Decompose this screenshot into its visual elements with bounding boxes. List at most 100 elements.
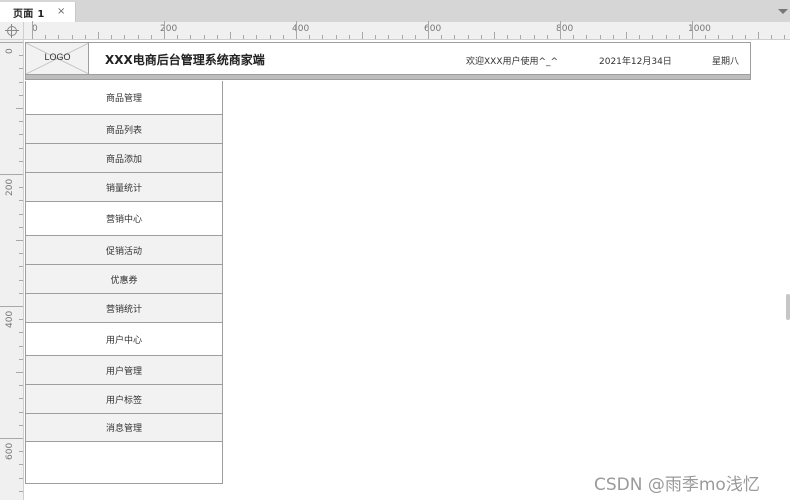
ruler-tick — [718, 35, 720, 39]
ruler-label: 400 — [292, 24, 310, 34]
ruler-tick — [19, 292, 23, 294]
ruler-tick — [546, 35, 548, 39]
ruler-tick — [626, 32, 627, 39]
ruler-tick — [441, 35, 443, 39]
ruler-tick — [428, 21, 429, 39]
ruler-tick — [243, 35, 245, 39]
ruler-tick — [190, 35, 192, 39]
ruler-tick — [19, 411, 23, 413]
ruler-label: 200 — [5, 178, 15, 196]
ruler-tick — [19, 319, 23, 321]
crosshair-icon[interactable] — [5, 24, 19, 38]
design-canvas[interactable]: LOGO XXX电商后台管理系统商家端 欢迎XXX用户使用^_^ 2021年12… — [24, 40, 790, 500]
ruler-label: 200 — [160, 24, 178, 34]
ruler-tick — [19, 490, 23, 492]
ruler-tick — [19, 81, 23, 83]
ruler-tick — [177, 35, 179, 39]
sidebar-item-product-management[interactable]: 商品管理 — [26, 81, 222, 115]
ruler-tick — [494, 32, 495, 39]
ruler-tick — [19, 424, 23, 426]
ruler-tick — [111, 35, 113, 39]
ruler-tick — [256, 35, 258, 39]
ruler-tick — [19, 134, 23, 136]
watermark: CSDN @雨季mo浅忆 — [594, 475, 760, 495]
ruler-tick — [19, 94, 23, 96]
ruler-tick — [98, 32, 99, 39]
sidebar: 商品管理 商品列表 商品添加 销量统计 营销中心 促销活动 优惠券 营销统计 用… — [25, 81, 223, 484]
ruler-tick — [309, 35, 311, 39]
ruler-tick — [388, 35, 390, 39]
sidebar-item-sales-stats[interactable]: 销量统计 — [26, 173, 222, 202]
sidebar-item-user-tags[interactable]: 用户标签 — [26, 385, 222, 414]
ruler-tick — [401, 35, 403, 39]
ruler-tick — [678, 35, 680, 39]
header: LOGO XXX电商后台管理系统商家端 欢迎XXX用户使用^_^ 2021年12… — [25, 42, 751, 75]
sidebar-item-message-management[interactable]: 消息管理 — [26, 414, 222, 442]
ruler-corner — [0, 22, 24, 40]
ruler-tick — [322, 35, 324, 39]
ruler-tick — [19, 451, 23, 453]
sidebar-item-promotions[interactable]: 促销活动 — [26, 236, 222, 265]
ruler-tick — [771, 35, 773, 39]
ruler-tick — [731, 35, 733, 39]
ruler-tick — [19, 332, 23, 334]
horizontal-ruler: 0 200 400 600 800 1000 — [24, 21, 790, 40]
date-text: 2021年12月34日 — [599, 57, 672, 67]
sidebar-item-marketing-stats[interactable]: 营销统计 — [26, 294, 222, 323]
ruler-label: 600 — [424, 24, 442, 34]
weekday-text: 星期八 — [712, 57, 740, 67]
ruler-tick — [269, 35, 271, 39]
ruler-tick — [652, 35, 654, 39]
chevron-down-icon[interactable] — [778, 9, 788, 14]
sidebar-item-product-add[interactable]: 商品添加 — [26, 144, 222, 173]
ruler-tick — [19, 213, 23, 215]
ruler-tick — [744, 35, 746, 39]
ruler-tick — [84, 35, 86, 39]
logo-label: LOGO — [44, 52, 71, 62]
ruler-tick — [19, 398, 23, 400]
ruler-tick — [282, 35, 284, 39]
sidebar-item-user-management[interactable]: 用户管理 — [26, 356, 222, 385]
ruler-tick — [164, 21, 165, 39]
sidebar-item-marketing-center[interactable]: 营销中心 — [26, 202, 222, 236]
ruler-tick — [692, 21, 693, 39]
ruler-tick — [19, 147, 23, 149]
ruler-tick — [16, 372, 23, 373]
tab-page-1[interactable]: 页面 1 × — [0, 2, 76, 22]
ruler-tick — [0, 174, 23, 175]
ruler-tick — [705, 35, 707, 39]
sidebar-item-coupons[interactable]: 优惠券 — [26, 265, 222, 294]
tab-bar: 页面 1 × — [0, 0, 790, 22]
ruler-tick — [19, 358, 23, 360]
ruler-tick — [203, 35, 205, 39]
ruler-tick — [348, 35, 350, 39]
ruler-tick — [467, 35, 469, 39]
ruler-tick — [71, 35, 73, 39]
ruler-tick — [335, 35, 337, 39]
ruler-tick — [19, 477, 23, 479]
ruler-tick — [533, 35, 535, 39]
ruler-tick — [19, 464, 23, 466]
ruler-label: 400 — [5, 310, 15, 328]
ruler-tick — [32, 21, 33, 39]
system-title: XXX电商后台管理系统商家端 — [105, 53, 265, 67]
close-icon[interactable]: × — [57, 6, 65, 17]
ruler-label: 800 — [556, 24, 574, 34]
ruler-tick — [216, 35, 218, 39]
sidebar-item-user-center[interactable]: 用户中心 — [26, 323, 222, 356]
ruler-tick — [19, 266, 23, 268]
welcome-text: 欢迎XXX用户使用^_^ — [466, 57, 559, 67]
ruler-tick — [19, 253, 23, 255]
sidebar-item-product-list[interactable]: 商品列表 — [26, 115, 222, 144]
scrollbar-handle[interactable] — [786, 294, 790, 320]
ruler-tick — [16, 240, 23, 241]
ruler-tick — [414, 35, 416, 39]
ruler-tick — [19, 279, 23, 281]
ruler-label: 600 — [5, 442, 15, 460]
ruler-tick — [784, 35, 786, 39]
ruler-tick — [0, 306, 23, 307]
vertical-ruler: 0 200 400 600 — [0, 40, 24, 500]
ruler-tick — [507, 35, 509, 39]
ruler-tick — [150, 35, 152, 39]
ruler-tick — [0, 438, 23, 439]
